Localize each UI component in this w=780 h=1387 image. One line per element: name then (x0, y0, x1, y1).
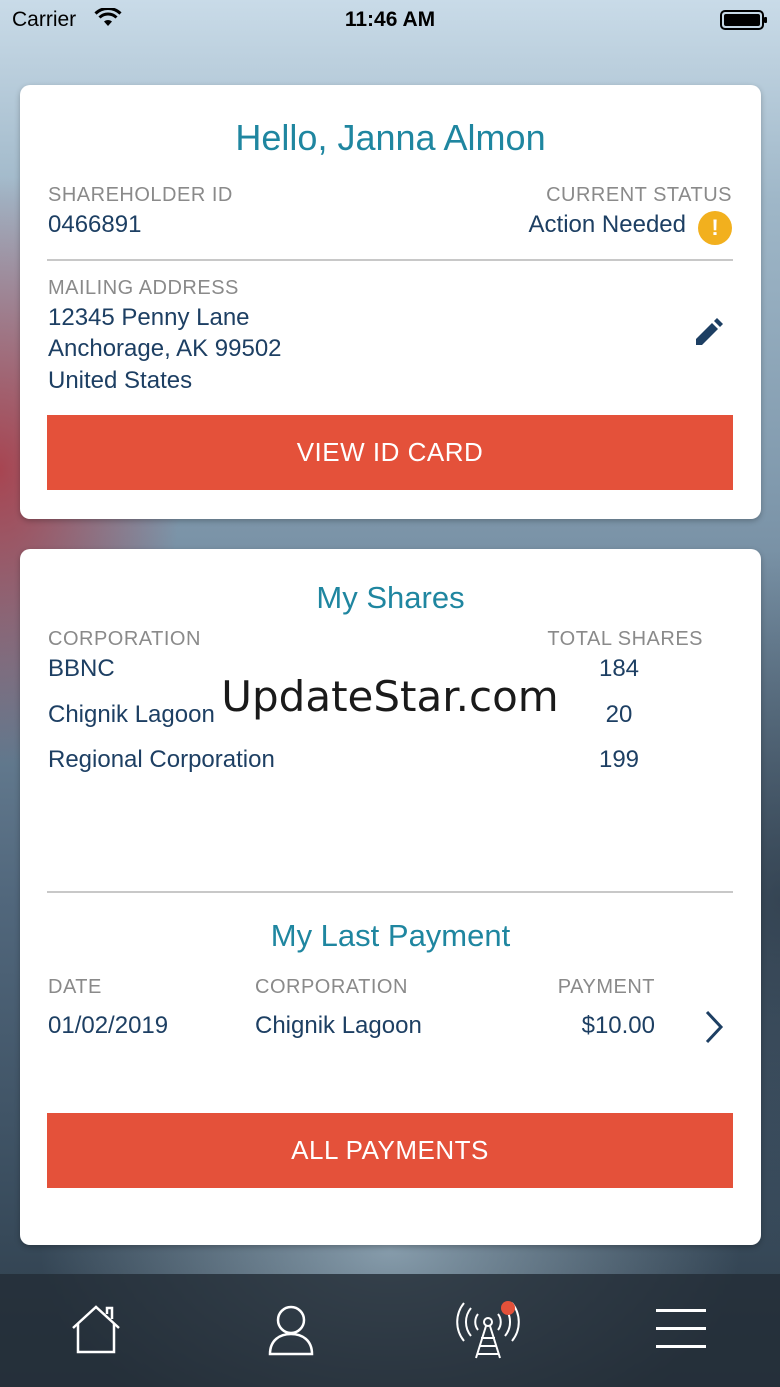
mailing-address-label: MAILING ADDRESS (48, 277, 239, 299)
current-status-value: Action Needed (528, 211, 686, 238)
last-payment-date: 01/02/2019 (48, 1012, 169, 1039)
corporation-column-header: CORPORATION (48, 628, 201, 650)
last-payment-amount: $10.00 (581, 1012, 655, 1039)
shares-row-total: 199 (598, 746, 640, 773)
tab-bar (0, 1274, 780, 1387)
clock: 11:46 AM (344, 8, 436, 31)
shareholder-id-value: 0466891 (48, 211, 142, 238)
address-line-1: 12345 Penny Lane (48, 304, 250, 331)
payment-column-header: PAYMENT (557, 976, 655, 998)
divider (47, 259, 733, 261)
my-last-payment-title: My Last Payment (270, 918, 511, 953)
all-payments-button[interactable]: ALL PAYMENTS (47, 1113, 733, 1188)
battery-icon (720, 10, 767, 30)
divider (47, 891, 733, 893)
status-bar: Carrier 11:46 AM (0, 0, 780, 40)
menu-icon[interactable] (656, 1308, 706, 1350)
profile-icon[interactable] (266, 1304, 316, 1358)
view-id-card-button[interactable]: VIEW ID CARD (47, 415, 733, 490)
home-icon[interactable] (70, 1304, 122, 1356)
profile-card: Hello, Janna Almon SHAREHOLDER ID 046689… (20, 85, 761, 519)
pencil-edit-icon[interactable] (692, 317, 724, 349)
address-line-3: United States (48, 367, 193, 394)
last-payment-corporation: Chignik Lagoon (255, 1012, 422, 1039)
total-shares-column-header: TOTAL SHARES (547, 628, 703, 650)
payment-corporation-column-header: CORPORATION (255, 976, 408, 998)
greeting-title: Hello, Janna Almon (235, 117, 546, 158)
current-status-label: CURRENT STATUS (546, 184, 732, 206)
shares-row-corporation: Regional Corporation (48, 746, 275, 773)
date-column-header: DATE (48, 976, 102, 998)
warning-icon[interactable]: ! (698, 211, 732, 245)
chevron-right-icon[interactable] (704, 1010, 724, 1044)
shareholder-id-label: SHAREHOLDER ID (48, 184, 233, 206)
notification-badge (501, 1301, 515, 1315)
shares-card: My Shares CORPORATION TOTAL SHARES BBNC … (20, 549, 761, 1245)
my-shares-title: My Shares (316, 580, 465, 615)
broadcast-icon[interactable] (456, 1300, 520, 1360)
address-line-2: Anchorage, AK 99502 (48, 335, 282, 362)
watermark: UpdateStar.com (221, 672, 559, 721)
